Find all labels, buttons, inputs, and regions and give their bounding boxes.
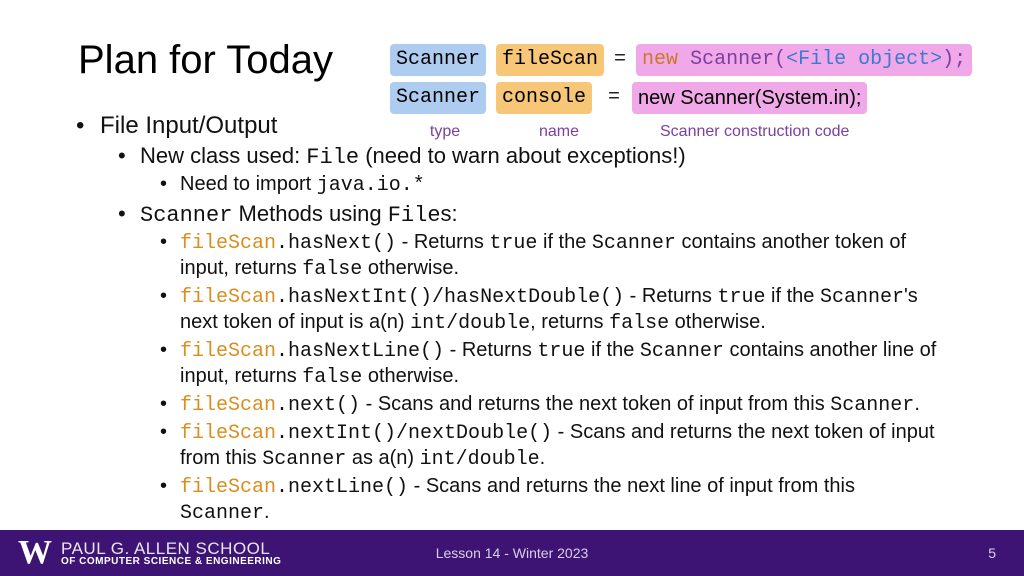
- name-highlight: fileScan: [496, 44, 604, 76]
- bullet-l3: fileScan.hasNext() - Returns true if the…: [180, 230, 949, 282]
- w-logo-icon: W: [18, 534, 51, 572]
- code-row-1: Scanner fileScan = new Scanner(<File obj…: [390, 44, 972, 76]
- bullet-l2: New class used: File (need to warn about…: [140, 142, 949, 198]
- bullet-l2: Scanner Methods using Files: fileScan.ha…: [140, 200, 949, 526]
- school-name: PAUL G. ALLEN SCHOOL OF COMPUTER SCIENCE…: [61, 540, 281, 567]
- equals-sign: =: [614, 45, 626, 75]
- code-row-2: Scanner console = new Scanner(System.in)…: [390, 82, 972, 114]
- footer-lesson: Lesson 14 - Winter 2023: [436, 545, 589, 561]
- construction-highlight: new Scanner(<File object>);: [636, 44, 972, 76]
- name-highlight: console: [496, 82, 592, 114]
- slide: Plan for Today Scanner fileScan = new Sc…: [0, 0, 1024, 576]
- bullet-l1: File Input/Output New class used: File (…: [100, 111, 949, 526]
- slide-content: File Input/Output New class used: File (…: [78, 111, 949, 526]
- school-sub: OF COMPUTER SCIENCE & ENGINEERING: [61, 557, 281, 567]
- school-main: PAUL G. ALLEN SCHOOL: [61, 540, 281, 557]
- type-highlight: Scanner: [390, 82, 486, 114]
- label-type: type: [396, 120, 494, 144]
- bullet-l3: fileScan.nextInt()/nextDouble() - Scans …: [180, 420, 949, 472]
- bullet-l3: fileScan.next() - Scans and returns the …: [180, 392, 949, 418]
- label-construction: Scanner construction code: [660, 120, 849, 144]
- footer-page-number: 5: [988, 545, 996, 561]
- equals-sign: =: [608, 83, 620, 113]
- bullet-l3: Need to import java.io.*: [180, 172, 949, 198]
- bullet-l3: fileScan.nextLine() - Scans and returns …: [180, 474, 949, 526]
- construction-highlight: new Scanner(System.in);: [632, 82, 867, 114]
- bullet-l3: fileScan.hasNextLine() - Returns true if…: [180, 338, 949, 390]
- code-example: Scanner fileScan = new Scanner(<File obj…: [390, 44, 972, 144]
- footer-logo: W PAUL G. ALLEN SCHOOL OF COMPUTER SCIEN…: [0, 534, 281, 572]
- bullet-l3: fileScan.hasNextInt()/hasNextDouble() - …: [180, 284, 949, 336]
- code-labels: type name Scanner construction code: [390, 120, 972, 144]
- footer: W PAUL G. ALLEN SCHOOL OF COMPUTER SCIEN…: [0, 530, 1024, 576]
- type-highlight: Scanner: [390, 44, 486, 76]
- label-name: name: [504, 120, 614, 144]
